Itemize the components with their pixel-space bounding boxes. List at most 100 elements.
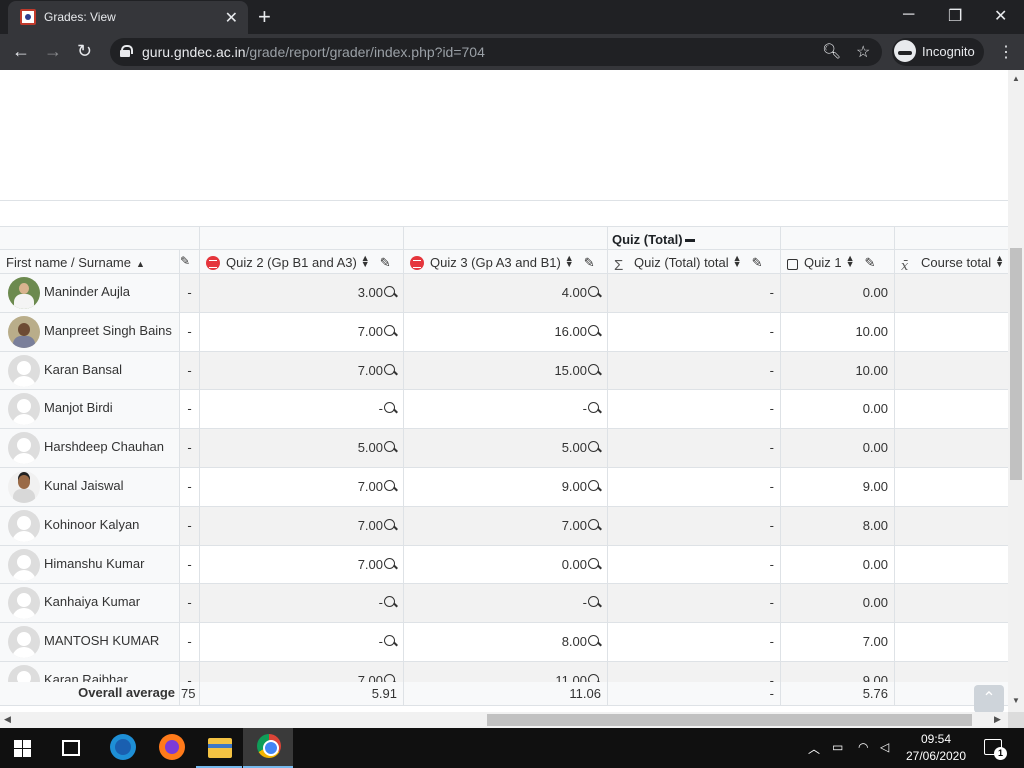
avatar[interactable] — [8, 315, 40, 348]
grade-cell[interactable] — [895, 274, 1008, 313]
scroll-down-icon[interactable]: ▼ — [1012, 696, 1020, 705]
back-icon[interactable]: ← — [12, 41, 30, 62]
grade-cell[interactable]: - — [608, 312, 781, 352]
grade-column-label[interactable]: Quiz 1 — [804, 255, 842, 270]
chrome-icon[interactable] — [257, 734, 281, 758]
sort-toggle-icon[interactable]: ▲ ▼ — [995, 254, 1004, 269]
student-name[interactable]: Manjot Birdi — [44, 400, 113, 415]
windows-start-icon[interactable] — [14, 740, 31, 757]
edge-browser-icon[interactable] — [110, 734, 136, 760]
scroll-up-icon[interactable]: ▲ — [1012, 74, 1020, 83]
grade-cell[interactable]: 5.00 — [200, 429, 404, 468]
clock[interactable]: 09:54 27/06/2020 — [902, 731, 970, 765]
student-name-cell[interactable]: Himanshu Kumar — [0, 545, 180, 585]
student-name-cell[interactable]: Kohinoor Kalyan — [0, 506, 180, 546]
grade-column-header[interactable]: x̄ Course total ▲ ▼ — [895, 250, 1008, 274]
show-hidden-icons-icon[interactable]: ︿ — [808, 740, 820, 757]
avatar[interactable] — [8, 587, 40, 620]
student-name[interactable]: Himanshu Kumar — [44, 556, 144, 571]
minimize-icon[interactable]: ─ — [903, 6, 914, 24]
grade-column-header[interactable]: Quiz 2 (Gp B1 and A3) ▲ ▼ ✎ — [200, 250, 404, 274]
grade-cell[interactable]: - — [608, 623, 781, 662]
vertical-scrollbar[interactable]: ▲ ▼ — [1008, 70, 1024, 712]
zoom-icon[interactable]: 🔍︎ — [822, 42, 841, 60]
student-name-cell[interactable]: Maninder Aujla — [0, 274, 180, 313]
grade-column-header[interactable]: Σ Quiz (Total) total ▲ ▼ ✎ — [608, 250, 781, 274]
zoom-grade-icon[interactable] — [384, 324, 397, 338]
vertical-scroll-thumb[interactable] — [1010, 248, 1022, 480]
avatar[interactable] — [8, 626, 40, 659]
volume-icon[interactable]: ◁ — [880, 740, 889, 754]
zoom-grade-icon[interactable] — [384, 441, 397, 454]
battery-icon[interactable]: ▭ — [832, 740, 843, 754]
grade-column-label[interactable]: Quiz 3 (Gp A3 and B1) — [430, 255, 561, 270]
grade-cell[interactable]: 7.00 — [200, 351, 404, 391]
avatar[interactable] — [8, 354, 40, 387]
sort-ascending-icon[interactable]: ▲ — [136, 259, 145, 269]
grade-cell[interactable]: - — [608, 468, 781, 507]
zoom-grade-icon[interactable] — [588, 518, 601, 532]
student-name-cell[interactable]: MANTOSH KUMAR — [0, 623, 180, 662]
student-name-cell[interactable]: Manpreet Singh Bains — [0, 312, 180, 352]
forward-icon[interactable]: → — [44, 41, 62, 62]
grade-column-label[interactable]: Course total — [921, 255, 991, 270]
horizontal-scrollbar[interactable]: ◀ ▶ — [0, 712, 1008, 728]
task-view-icon[interactable] — [62, 740, 80, 756]
grade-cell[interactable]: - — [608, 545, 781, 585]
notification-center-icon[interactable]: 1 — [984, 739, 1007, 760]
grade-cell[interactable]: - — [608, 274, 781, 313]
grade-cell[interactable]: - — [608, 429, 781, 468]
student-name-cell[interactable]: Kanhaiya Kumar — [0, 584, 180, 624]
student-name[interactable]: Karan Bansal — [44, 362, 122, 377]
edit-pencil-icon[interactable]: ✎ — [865, 255, 876, 271]
grade-cell[interactable]: - — [608, 584, 781, 624]
grade-cell[interactable]: 9.00 — [404, 468, 608, 507]
grade-cell[interactable]: 0.00 — [781, 390, 895, 430]
avatar[interactable] — [8, 471, 40, 503]
grade-cell[interactable]: - — [404, 584, 608, 624]
avatar[interactable] — [8, 509, 40, 542]
close-tab-icon[interactable]: ✕ — [225, 8, 238, 28]
grade-cell[interactable]: - — [200, 584, 404, 624]
edit-pencil-icon[interactable]: ✎ — [180, 254, 190, 268]
grade-cell[interactable]: 8.00 — [781, 506, 895, 546]
scroll-right-icon[interactable]: ▶ — [994, 714, 1001, 725]
grade-cell[interactable]: 15.00 — [404, 351, 608, 391]
zoom-grade-icon[interactable] — [588, 635, 601, 648]
student-name[interactable]: Kunal Jaiswal — [44, 478, 124, 493]
grade-cell[interactable] — [895, 429, 1008, 468]
grade-cell[interactable] — [895, 351, 1008, 391]
grade-cell[interactable] — [895, 468, 1008, 507]
grade-cell[interactable]: 3.00 — [200, 274, 404, 313]
grade-cell[interactable]: 0.00 — [781, 545, 895, 585]
grade-cell[interactable] — [895, 623, 1008, 662]
reload-icon[interactable]: ↻ — [77, 41, 92, 62]
zoom-grade-icon[interactable] — [384, 402, 397, 415]
zoom-grade-icon[interactable] — [588, 286, 601, 299]
grade-cell[interactable] — [895, 313, 1008, 352]
grade-cell[interactable]: 10.00 — [781, 351, 895, 391]
zoom-grade-icon[interactable] — [588, 557, 601, 571]
grade-cell[interactable]: 7.00 — [200, 545, 404, 585]
zoom-grade-icon[interactable] — [588, 596, 601, 609]
grade-cell[interactable]: 16.00 — [404, 312, 608, 352]
student-name[interactable]: MANTOSH KUMAR — [44, 633, 159, 648]
grade-cell[interactable]: 7.00 — [404, 506, 608, 546]
avatar[interactable] — [8, 277, 40, 309]
student-name-cell[interactable]: Kunal Jaiswal — [0, 468, 180, 507]
grade-cell[interactable]: - — [608, 351, 781, 391]
lock-icon[interactable] — [120, 45, 133, 57]
scroll-left-icon[interactable]: ◀ — [4, 714, 11, 725]
back-to-top-button[interactable]: ⌃ — [974, 685, 1004, 712]
grade-cell[interactable]: 0.00 — [781, 429, 895, 468]
collapse-category-icon[interactable] — [684, 239, 695, 243]
edit-pencil-icon[interactable]: ✎ — [752, 255, 763, 271]
grade-cell[interactable]: 0.00 — [781, 274, 895, 313]
grade-cell[interactable]: 4.00 — [404, 274, 608, 313]
sort-toggle-icon[interactable]: ▲ ▼ — [733, 254, 742, 269]
grade-cell[interactable]: 7.00 — [200, 506, 404, 546]
avatar[interactable] — [8, 393, 40, 426]
student-name[interactable]: Kohinoor Kalyan — [44, 517, 139, 532]
zoom-grade-icon[interactable] — [384, 596, 397, 609]
wifi-icon[interactable]: ◠ — [858, 740, 868, 754]
